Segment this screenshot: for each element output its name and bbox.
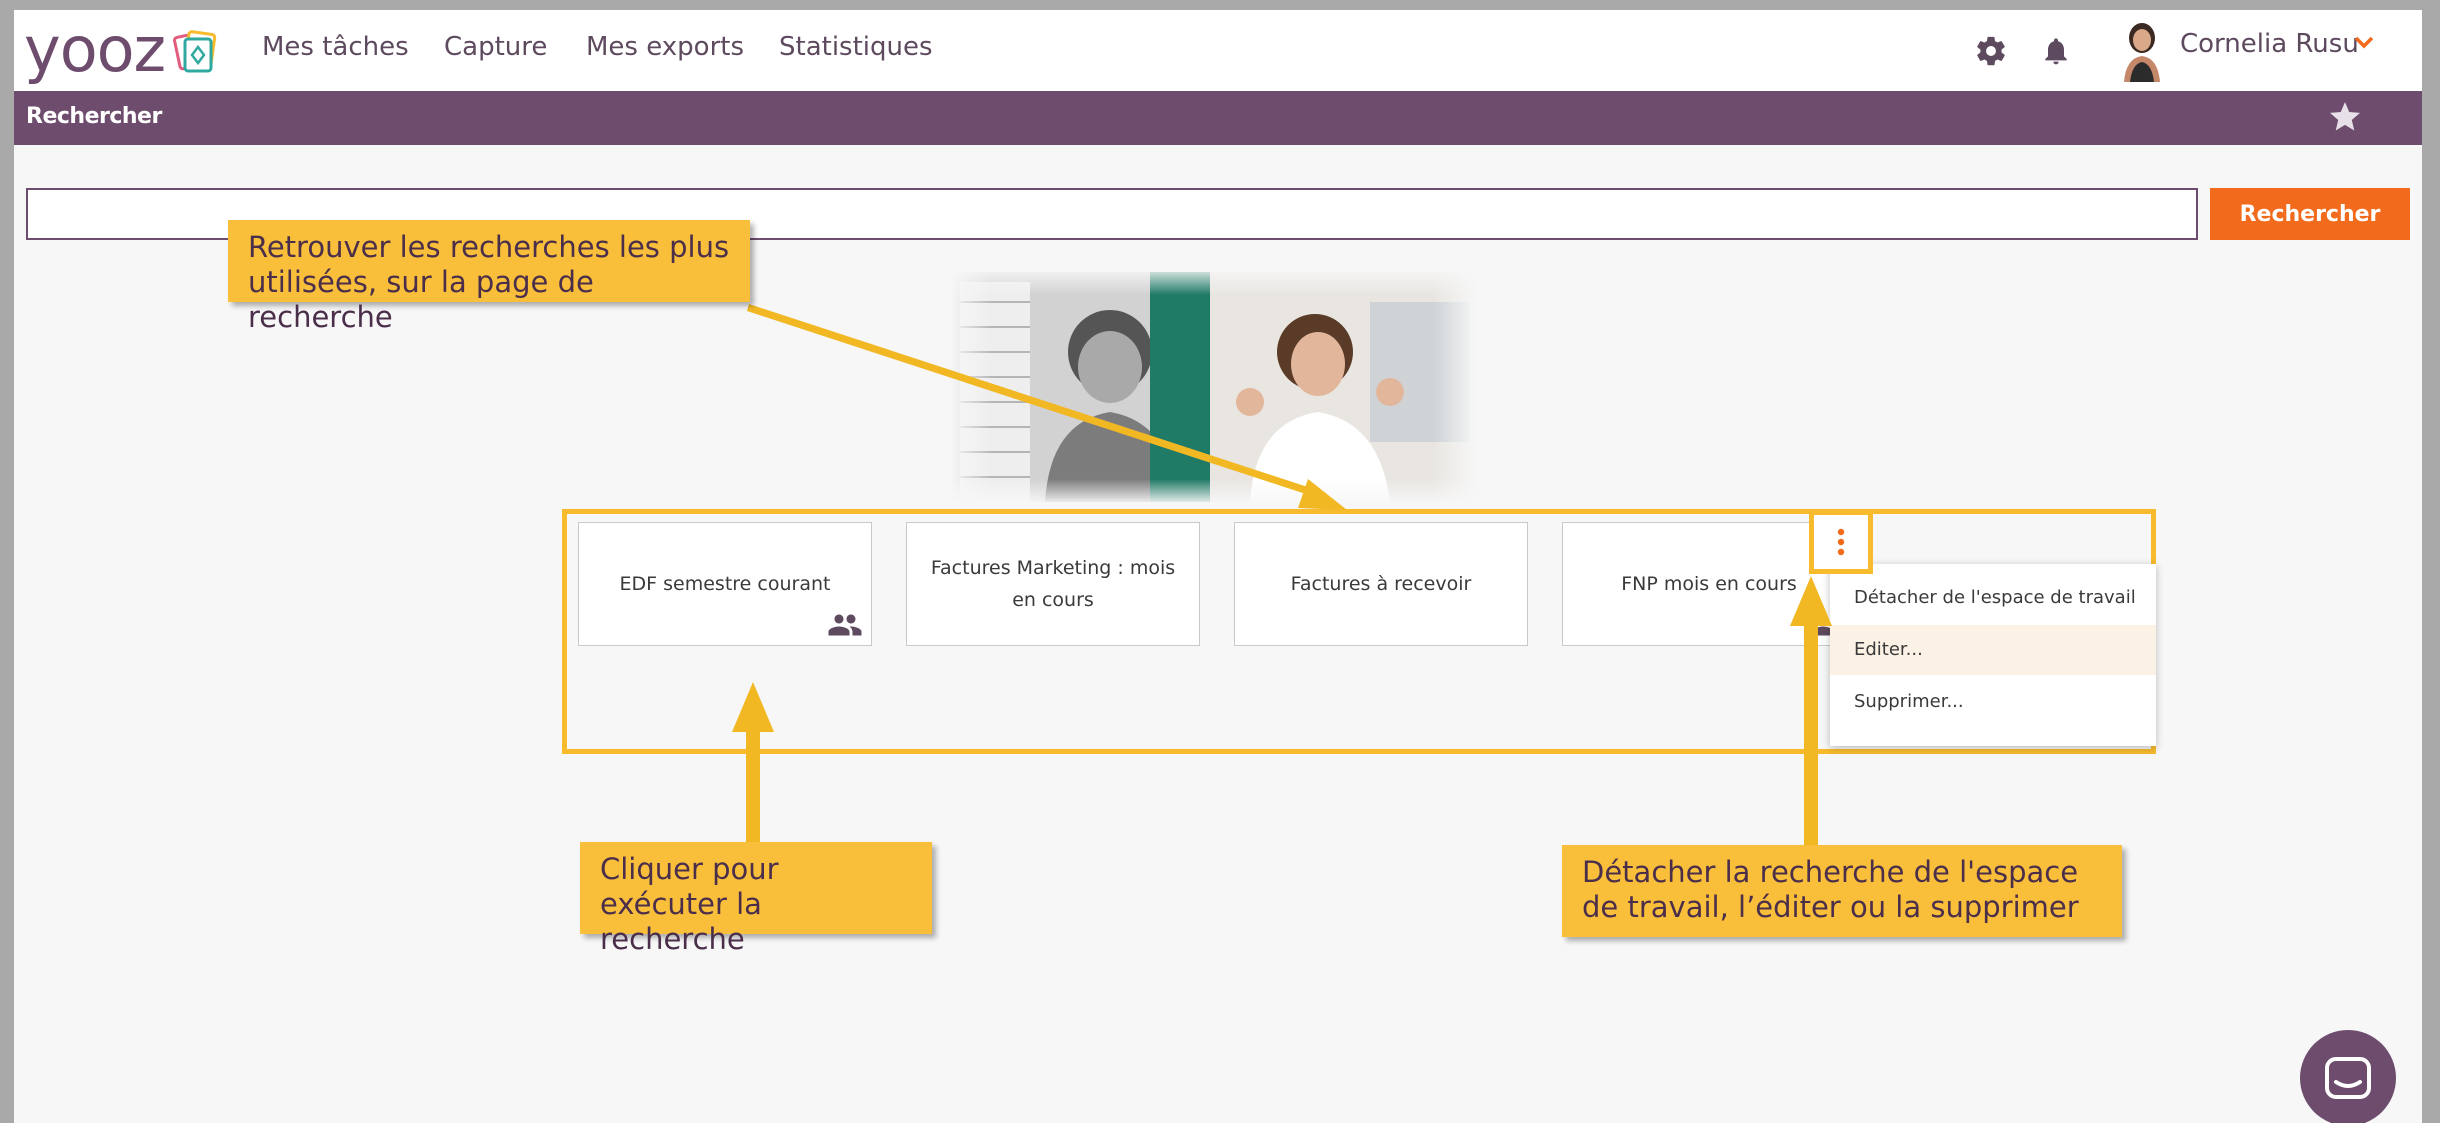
callout-saved-searches: Retrouver les recherches les plus utilis…	[228, 220, 750, 334]
menu-item-detach[interactable]: Détacher de l'espace de travail	[1830, 573, 2156, 623]
app-window: yooz Mes tâches Capture Mes exports Stat…	[14, 10, 2422, 1123]
bell-icon[interactable]	[2040, 34, 2072, 68]
yooz-logo[interactable]: yooz	[24, 18, 221, 82]
card-actions-menu: Détacher de l'espace de travail Editer..…	[1830, 564, 2156, 746]
gear-icon[interactable]	[1974, 34, 2008, 68]
chat-icon	[2325, 1057, 2371, 1099]
page-header-bar: Rechercher	[14, 91, 2422, 145]
page-title: Rechercher	[26, 104, 162, 129]
shared-users-icon	[828, 614, 862, 636]
star-icon[interactable]	[2326, 99, 2364, 135]
chevron-down-icon[interactable]	[2354, 36, 2374, 50]
saved-search-label: FNP mois en cours	[1621, 573, 1797, 595]
callout-card-actions: Détacher la recherche de l'espace de tra…	[1562, 845, 2122, 937]
top-navigation: yooz Mes tâches Capture Mes exports Stat…	[14, 10, 2422, 91]
menu-item-edit[interactable]: Editer...	[1830, 625, 2156, 675]
illustration-image	[950, 272, 1476, 502]
saved-search-card[interactable]: Factures à recevoir	[1234, 522, 1528, 646]
user-avatar[interactable]	[2114, 18, 2170, 82]
saved-search-card[interactable]: Factures Marketing : mois en cours	[906, 522, 1200, 646]
logo-text: yooz	[24, 13, 166, 86]
nav-mes-taches[interactable]: Mes tâches	[262, 32, 409, 62]
saved-search-label: Factures à recevoir	[1290, 573, 1472, 595]
saved-search-card[interactable]: EDF semestre courant	[578, 522, 872, 646]
logo-cards-icon	[173, 30, 217, 73]
nav-capture[interactable]: Capture	[444, 32, 547, 62]
more-vertical-icon	[1837, 528, 1845, 556]
saved-search-label: Factures Marketing : mois en cours	[930, 557, 1176, 611]
card-more-button[interactable]	[1809, 510, 1873, 574]
chat-widget-button[interactable]	[2300, 1030, 2396, 1123]
saved-search-label: EDF semestre courant	[619, 573, 831, 595]
nav-mes-exports[interactable]: Mes exports	[586, 32, 744, 62]
user-name[interactable]: Cornelia Rusu	[2180, 29, 2359, 59]
menu-item-delete[interactable]: Supprimer...	[1830, 677, 2156, 727]
search-button[interactable]: Rechercher	[2210, 188, 2410, 240]
callout-execute-search: Cliquer pour exécuter la recherche	[580, 842, 932, 956]
nav-statistiques[interactable]: Statistiques	[779, 32, 933, 62]
